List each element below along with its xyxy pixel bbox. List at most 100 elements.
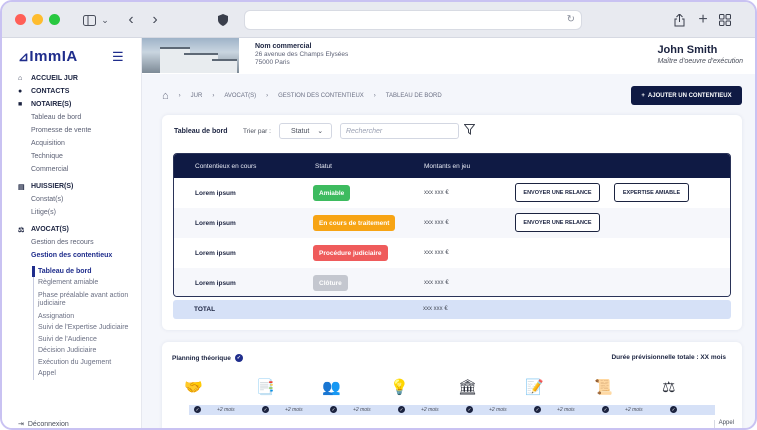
sidebar-item-avocats[interactable]: ⚖ AVOCAT(S) — [2, 223, 142, 236]
total-row: TOTAL xxx xxx € — [173, 300, 731, 319]
row-amount: xxx xxx € — [424, 250, 449, 256]
add-contentieux-button[interactable]: + AJOUTER UN CONTENTIEUX — [631, 86, 742, 105]
reload-icon[interactable]: ↻ — [567, 14, 575, 25]
send-reminder-button[interactable]: ENVOYER UNE RELANCE — [515, 183, 600, 202]
table-header: Contentieux en cours Statut Montants en … — [174, 154, 730, 178]
lightbulb-icon: 💡 — [390, 379, 409, 396]
column-header: Statut — [315, 163, 332, 170]
browser-toolbar: ⌄ ‹ › ↻ + — [2, 2, 755, 38]
info-icon[interactable]: ✓ — [234, 354, 243, 362]
search-input[interactable]: Rechercher — [340, 123, 459, 139]
maximize-window-button[interactable] — [49, 14, 60, 25]
chevron-down-icon: ⌄ — [317, 128, 324, 135]
courthouse-icon: 🏛 — [458, 379, 478, 396]
tabs-grid-icon[interactable] — [718, 10, 732, 30]
user-role: Maître d'oeuvre d'exécution — [657, 58, 743, 65]
timeline-check-icon: ✓ — [466, 406, 473, 413]
scale-icon: ⚖ — [18, 226, 25, 234]
user-profile[interactable]: John Smith Maître d'oeuvre d'exécution — [657, 44, 743, 65]
sidebar-subitem-notaire-tableau[interactable]: Tableau de bord — [2, 111, 142, 124]
add-contentieux-label: AJOUTER UN CONTENTIEUX — [647, 92, 732, 99]
sidebar-toggle-icon[interactable] — [82, 10, 96, 30]
user-name: John Smith — [657, 44, 718, 56]
timeline-step-label: +2 mois — [557, 407, 575, 413]
sidebar-nav: ⌂ ACCUEIL JUR ● CONTACTS ■ NOTAIRE(S) Ta… — [2, 72, 142, 380]
top-header: Nom commercial 26 avenue des Champs Elys… — [142, 38, 755, 74]
planning-timeline: ✓ +2 mois ✓ +2 mois ✓ +2 mois ✓ +2 mois … — [189, 405, 715, 415]
filter-icon[interactable] — [463, 124, 476, 138]
documents-icon: 📑 — [256, 379, 275, 396]
plus-icon[interactable]: + — [696, 10, 710, 30]
table-row[interactable]: Lorem ipsum En cours de traitement xxx x… — [174, 208, 730, 238]
home-icon: ⌂ — [18, 75, 23, 82]
sidebar-subitem-recours[interactable]: Gestion des recours — [2, 236, 142, 249]
sidebar-subitem-promesse[interactable]: Promesse de vente — [2, 124, 142, 137]
logout-icon: ⇥ — [18, 421, 24, 428]
sidebar-item-contacts[interactable]: ● CONTACTS — [2, 85, 142, 98]
sidebar-item-notaires[interactable]: ■ NOTAIRE(S) — [2, 98, 142, 111]
sidebar-item-accueil[interactable]: ⌂ ACCUEIL JUR — [2, 72, 142, 85]
gavel-icon: ⚖ — [662, 379, 676, 396]
submenu-decision[interactable]: Décision Judiciaire — [2, 346, 142, 358]
submenu-reglement-amiable[interactable]: Règlement amiable — [2, 278, 142, 290]
handshake-icon: 🤝 — [184, 379, 203, 396]
table-row[interactable]: Lorem ipsum Procédure judiciaire xxx xxx… — [174, 238, 730, 268]
table-row[interactable]: Lorem ipsum Amiable xxx xxx € ENVOYER UN… — [174, 178, 730, 208]
total-label: TOTAL — [194, 306, 216, 313]
timeline-check-icon: ✓ — [330, 406, 337, 413]
submenu-suivi-audience[interactable]: Suivi de l'Audience — [2, 334, 142, 346]
sidebar-subitem-commercial[interactable]: Commercial — [2, 163, 142, 176]
timeline-appel-label: Appel — [713, 420, 734, 428]
company-city: 75000 Paris — [255, 59, 290, 66]
minimize-window-button[interactable] — [32, 14, 43, 25]
table-row[interactable]: Lorem ipsum Clôture xxx xxx € — [174, 268, 730, 296]
home-icon[interactable]: ⌂ — [162, 90, 169, 102]
submenu-appel[interactable]: Appel — [2, 369, 142, 381]
submenu-phase-prealable[interactable]: Phase préalable avant action judiciaire — [2, 289, 142, 311]
collapse-menu-icon[interactable]: ☰ — [112, 49, 124, 65]
planning-card: Planning théorique ✓ Durée prévisionnell… — [162, 342, 742, 428]
sidebar-item-label: CONTACTS — [31, 88, 70, 95]
submenu-tableau-de-bord[interactable]: Tableau de bord — [2, 266, 142, 278]
document-icon: ▤ — [18, 183, 25, 191]
sort-select[interactable]: Statut ⌄ — [279, 123, 332, 139]
sidebar-item-huissiers[interactable]: ▤ HUISSIER(S) — [2, 180, 142, 193]
breadcrumb-item[interactable]: JUR — [191, 93, 203, 99]
breadcrumb-item[interactable]: AVOCAT(S) — [224, 93, 256, 99]
logo[interactable]: ⊿ImmIA — [18, 48, 78, 65]
submenu-assignation[interactable]: Assignation — [2, 311, 142, 323]
send-reminder-button[interactable]: ENVOYER UNE RELANCE — [515, 213, 600, 232]
submenu-suivi-expertise[interactable]: Suivi de l'Expertise Judiciaire — [2, 323, 142, 335]
back-arrow-icon[interactable]: ‹ — [124, 10, 138, 30]
timeline-check-icon: ✓ — [670, 406, 677, 413]
chevron-down-icon[interactable]: ⌄ — [100, 10, 110, 30]
sidebar-subitem-litiges[interactable]: Litige(s) — [2, 206, 142, 219]
sidebar-subitem-acquisition[interactable]: Acquisition — [2, 137, 142, 150]
timeline-check-icon: ✓ — [194, 406, 201, 413]
sidebar-subitem-contentieux[interactable]: Gestion des contentieux — [2, 249, 142, 262]
sidebar-item-label: AVOCAT(S) — [31, 226, 69, 233]
user-icon: ● — [18, 88, 23, 95]
sidebar-item-label: NOTAIRE(S) — [31, 101, 72, 108]
status-badge: En cours de traitement — [313, 215, 396, 231]
breadcrumb-item[interactable]: GESTION DES CONTENTIEUX — [278, 93, 364, 99]
timeline-step-label: +2 mois — [353, 407, 371, 413]
share-icon[interactable] — [672, 10, 686, 30]
forward-arrow-icon[interactable]: › — [148, 10, 162, 30]
planning-title: Planning théorique ✓ — [172, 354, 243, 362]
sidebar: ⊿ImmIA ☰ ⌂ ACCUEIL JUR ● CONTACTS ■ NOTA… — [2, 38, 142, 428]
sidebar-subitem-constats[interactable]: Constat(s) — [2, 193, 142, 206]
logout-button[interactable]: ⇥ Déconnexion — [18, 420, 69, 429]
status-badge: Clôture — [313, 275, 348, 291]
sidebar-subitem-technique[interactable]: Technique — [2, 150, 142, 163]
status-badge: Amiable — [313, 185, 351, 201]
submenu-execution[interactable]: Exécution du Jugement — [2, 357, 142, 369]
row-amount: xxx xxx € — [424, 280, 449, 286]
row-name: Lorem ipsum — [195, 220, 236, 227]
address-bar[interactable]: ↻ — [244, 10, 582, 30]
logo-mark-icon: ⊿ — [18, 49, 30, 64]
sort-value: Statut — [291, 127, 310, 135]
close-window-button[interactable] — [15, 14, 26, 25]
briefcase-icon: ■ — [18, 101, 23, 108]
amicable-expertise-button[interactable]: EXPERTISE AMIABLE — [614, 183, 689, 202]
